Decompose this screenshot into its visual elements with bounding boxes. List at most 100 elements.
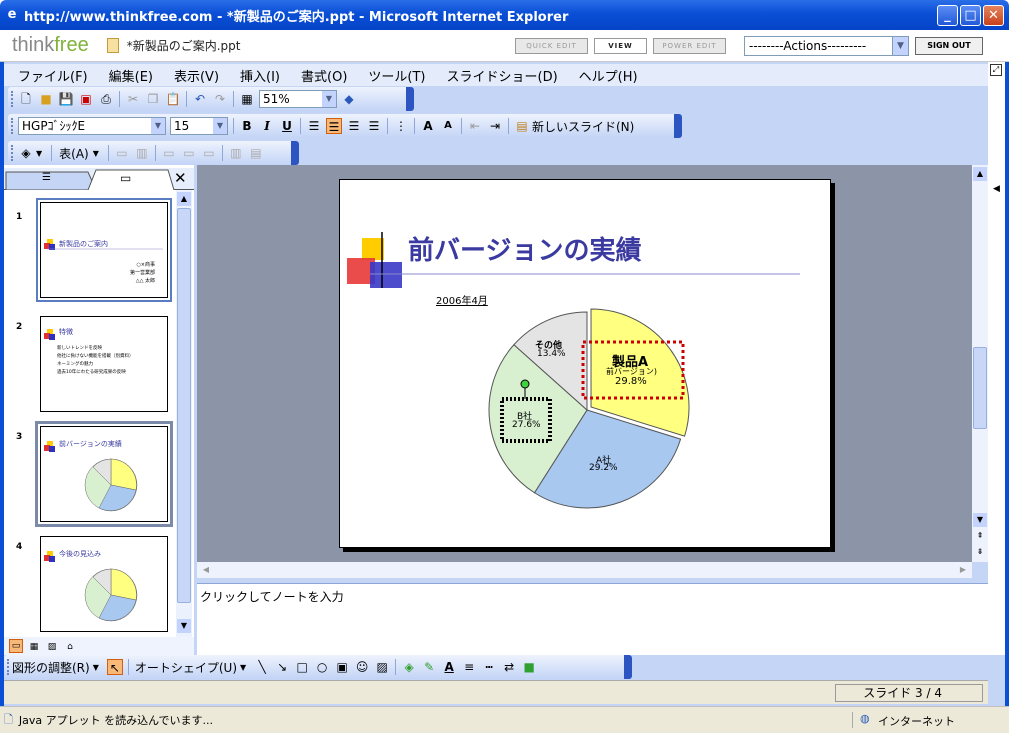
bold-button[interactable]: B <box>239 118 255 134</box>
fill-color-icon[interactable]: ◈ <box>401 659 417 675</box>
scroll-thumb[interactable] <box>177 208 191 603</box>
close-button[interactable]: ✕ <box>983 5 1004 26</box>
align-top-icon[interactable]: ▭ <box>161 145 177 161</box>
slide-scrollbar[interactable]: ▲ ▼ ⇞ ⇟ <box>972 165 988 562</box>
merge-cells-icon[interactable]: ▭ <box>114 145 130 161</box>
prev-slide-icon[interactable]: ⇞ <box>973 529 987 543</box>
collapse-arrow-icon[interactable]: ◀ <box>993 184 1000 194</box>
font-color-icon[interactable]: A <box>441 659 457 675</box>
thumbnail-scrollbar[interactable]: ▲ ▼ <box>176 190 192 637</box>
quick-edit-button[interactable]: QUICK EDIT <box>515 38 588 54</box>
scroll-down-icon[interactable]: ▼ <box>973 513 987 527</box>
increase-font-icon[interactable]: A <box>420 118 436 134</box>
thumb-slide-2[interactable]: 特徴 新しいトレンドを反映 他社に負けない機能を搭載（別資料） ネーミングの魅力… <box>40 316 168 412</box>
undo-icon[interactable]: ↶ <box>192 91 208 107</box>
grid-icon[interactable]: ▦ <box>239 91 255 107</box>
line-style-icon[interactable]: ≡ <box>461 659 477 675</box>
new-slide-button[interactable]: 新しいスライド(N) <box>532 118 634 135</box>
distribute-rows-icon[interactable]: ▤ <box>248 145 264 161</box>
slide-canvas[interactable]: 前バージョンの実績 2006年4月 製品A 前バージョン) 29.8% A社 2… <box>339 179 831 548</box>
align-right-icon[interactable]: ☰ <box>346 118 362 134</box>
image-icon[interactable]: ▨ <box>374 659 390 675</box>
power-edit-button[interactable]: POWER EDIT <box>653 38 726 54</box>
zoom-select[interactable]: 51% ▼ <box>259 90 337 108</box>
font-select[interactable]: HGPｺﾞｼｯｸE ▼ <box>18 117 166 135</box>
slides-tab-icon[interactable]: ▭ <box>120 171 131 185</box>
ellipse-icon[interactable]: ○ <box>314 659 330 675</box>
actions-select[interactable]: --------Actions--------- ▼ <box>744 36 909 56</box>
font-size-select[interactable]: 15 ▼ <box>170 117 228 135</box>
outline-tab-icon[interactable]: ☰ <box>42 172 51 183</box>
justify-icon[interactable]: ☰ <box>366 118 382 134</box>
select-pointer-icon[interactable]: ↖ <box>106 659 123 675</box>
align-bottom-icon[interactable]: ▭ <box>201 145 217 161</box>
scroll-right-icon[interactable]: ▶ <box>956 563 970 577</box>
increase-indent-icon[interactable]: ⇥ <box>487 118 503 134</box>
thumb-slide-1[interactable]: 新製品のご案内 ○×商事 第一営業部 △△ 太郎 <box>36 198 172 302</box>
help-icon[interactable]: ◆ <box>341 91 357 107</box>
align-middle-icon[interactable]: ▭ <box>181 145 197 161</box>
menu-insert[interactable]: 挿入(I) <box>240 66 280 85</box>
slide-date[interactable]: 2006年4月 <box>436 292 488 307</box>
scroll-thumb[interactable] <box>973 347 987 429</box>
scroll-up-icon[interactable]: ▲ <box>177 192 191 206</box>
line-icon[interactable]: ╲ <box>254 659 270 675</box>
save-icon[interactable]: 💾 <box>58 91 74 107</box>
underline-button[interactable]: U <box>279 118 295 134</box>
notes-placeholder[interactable]: クリックしてノートを入力 <box>200 588 344 605</box>
sorter-view-icon[interactable]: ▦ <box>27 639 41 653</box>
thumb-slide-4[interactable]: 今後の見込み <box>40 536 168 632</box>
view-button[interactable]: VIEW <box>594 38 647 54</box>
paste-icon[interactable]: 📋 <box>165 91 181 107</box>
decrease-indent-icon[interactable]: ⇤ <box>467 118 483 134</box>
normal-view-icon[interactable]: ▭ <box>9 639 23 653</box>
maximize-button[interactable]: □ <box>960 5 981 26</box>
cut-icon[interactable]: ✂ <box>125 91 141 107</box>
menu-view[interactable]: 表示(V) <box>174 66 219 85</box>
table-menu-button[interactable]: 表(A) <box>59 145 89 162</box>
print-icon[interactable]: ⎙ <box>98 91 114 107</box>
open-icon[interactable]: ■ <box>38 91 54 107</box>
menu-edit[interactable]: 編集(E) <box>109 66 153 85</box>
italic-button[interactable]: I <box>259 118 275 134</box>
notes-view-icon[interactable]: ⌂ <box>63 639 77 653</box>
arrow-icon[interactable]: ↘ <box>274 659 290 675</box>
pdf-icon[interactable]: ▣ <box>78 91 94 107</box>
scroll-up-icon[interactable]: ▲ <box>973 167 987 181</box>
redo-icon[interactable]: ↷ <box>212 91 228 107</box>
slide-title[interactable]: 前バージョンの実績 <box>408 230 641 267</box>
menu-file[interactable]: ファイル(F) <box>18 66 88 85</box>
slideshow-view-icon[interactable]: ▨ <box>45 639 59 653</box>
new-slide-icon[interactable]: ▤ <box>514 118 530 134</box>
scroll-left-icon[interactable]: ◀ <box>199 563 213 577</box>
adjust-shape-button[interactable]: 図形の調整(R) <box>12 659 90 676</box>
textbox-icon[interactable]: ▣ <box>334 659 350 675</box>
horizontal-scrollbar[interactable]: ◀ ▶ <box>197 562 972 578</box>
thumb-slide-3[interactable]: 前バージョンの実績 <box>35 421 173 527</box>
fill-color-icon[interactable]: ◈ <box>18 145 34 161</box>
split-cells-icon[interactable]: ▥ <box>134 145 150 161</box>
sign-out-button[interactable]: SIGN OUT <box>915 37 983 55</box>
shadow-icon[interactable]: ■ <box>521 659 537 675</box>
align-left-icon[interactable]: ☰ <box>306 118 322 134</box>
distribute-cols-icon[interactable]: ▥ <box>228 145 244 161</box>
restore-pane-icon[interactable]: ⤢ <box>990 64 1002 76</box>
clipart-icon[interactable]: ☺ <box>354 659 370 675</box>
decrease-font-icon[interactable]: A <box>440 118 456 134</box>
menu-help[interactable]: ヘルプ(H) <box>579 66 638 85</box>
minimize-button[interactable]: _ <box>937 5 958 26</box>
autoshape-button[interactable]: オートシェイプ(U) <box>135 659 237 676</box>
rectangle-icon[interactable]: □ <box>294 659 310 675</box>
align-center-icon[interactable]: ☰ <box>326 118 342 134</box>
rotate-handle[interactable] <box>520 379 530 389</box>
menu-tools[interactable]: ツール(T) <box>368 66 425 85</box>
bullets-icon[interactable]: ⋮ <box>393 118 409 134</box>
copy-icon[interactable]: ❐ <box>145 91 161 107</box>
close-panel-icon[interactable]: ✕ <box>174 169 187 187</box>
menu-slideshow[interactable]: スライドショー(D) <box>447 66 558 85</box>
new-icon[interactable]: 🗋 <box>18 91 34 107</box>
arrow-style-icon[interactable]: ⇄ <box>501 659 517 675</box>
menu-format[interactable]: 書式(O) <box>301 66 347 85</box>
dash-style-icon[interactable]: ┅ <box>481 659 497 675</box>
next-slide-icon[interactable]: ⇟ <box>973 545 987 559</box>
